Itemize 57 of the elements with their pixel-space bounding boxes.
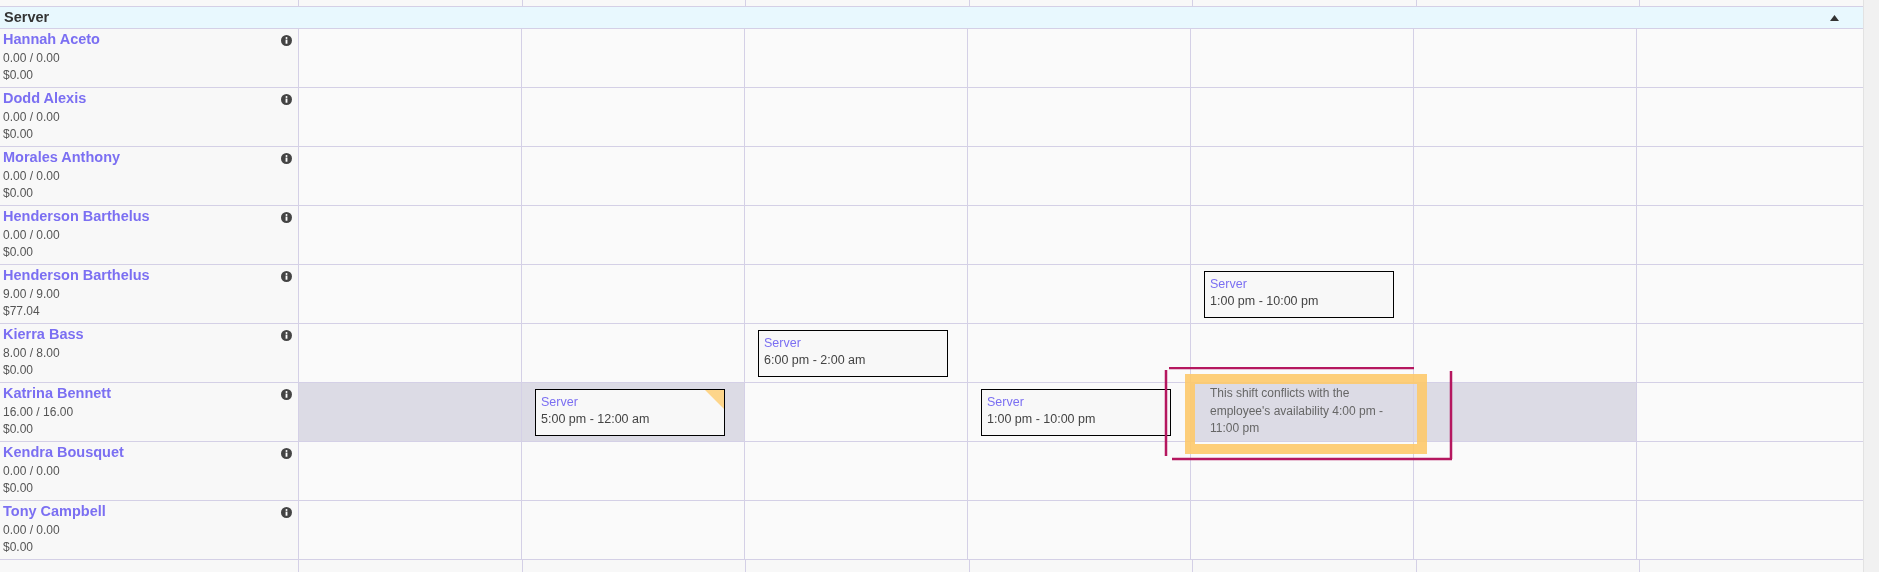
hours-text: 0.00 / 0.00 (3, 522, 60, 539)
employee-name[interactable]: Henderson Barthelus (3, 207, 150, 226)
shift-time: 1:00 pm - 10:00 pm (1210, 293, 1319, 310)
shift-role: Server (987, 394, 1024, 411)
shift-card[interactable]: Server 1:00 pm - 10:00 pm (1204, 271, 1394, 318)
cost-text: $77.04 (3, 303, 40, 320)
info-icon[interactable] (281, 389, 292, 400)
shift-card[interactable]: Server 5:00 pm - 12:00 am (535, 389, 725, 436)
info-icon[interactable] (281, 212, 292, 223)
hours-text: 9.00 / 9.00 (3, 286, 60, 303)
cost-text: $0.00 (3, 185, 34, 202)
day-cell[interactable] (1413, 383, 1636, 441)
hours-text: 0.00 / 0.00 (3, 463, 60, 480)
day-cell[interactable]: Server 5:00 pm - 12:00 am (521, 383, 744, 441)
cost-text: $0.00 (3, 362, 34, 379)
hours-text: 8.00 / 8.00 (3, 345, 60, 362)
info-icon[interactable] (281, 330, 292, 341)
info-icon[interactable] (281, 448, 292, 459)
hours-text: 0.00 / 0.00 (3, 50, 60, 67)
caret-up-icon[interactable] (1830, 14, 1839, 21)
shift-card[interactable]: Server 6:00 pm - 2:00 am (758, 330, 948, 377)
employee-name[interactable]: Katrina Bennett (3, 384, 111, 403)
info-icon[interactable] (281, 94, 292, 105)
cost-text: $0.00 (3, 421, 34, 438)
cost-text: $0.00 (3, 67, 34, 84)
info-icon[interactable] (281, 507, 292, 518)
info-icon[interactable] (281, 271, 292, 282)
shift-role: Server (1210, 276, 1247, 293)
hours-text: 0.00 / 0.00 (3, 109, 60, 126)
info-icon[interactable] (281, 35, 292, 46)
day-cell[interactable] (298, 383, 521, 441)
shift-card[interactable]: Server 1:00 pm - 10:00 pm (981, 389, 1171, 436)
employee-name[interactable]: Morales Anthony (3, 148, 121, 167)
employee-name[interactable]: Kendra Bousquet (3, 443, 124, 462)
cost-text: $0.00 (3, 244, 34, 261)
employee-name[interactable]: Henderson Barthelus (3, 266, 150, 285)
employee-name[interactable]: Dodd Alexis (3, 89, 87, 108)
info-icon[interactable] (281, 153, 292, 164)
conflict-tooltip: This shift conflicts with the employee's availability 4:00 pm - 11:00 pm (1185, 374, 1427, 454)
employee-name[interactable]: Kierra Bass (3, 325, 84, 344)
shift-role: Server (541, 394, 578, 411)
cost-text: $0.00 (3, 480, 34, 497)
employee-name[interactable]: Hannah Aceto (3, 30, 100, 49)
section-title: Server (4, 7, 50, 27)
hours-text: 0.00 / 0.00 (3, 227, 60, 244)
corner-flag-icon (705, 390, 724, 409)
employee-name[interactable]: Tony Campbell (3, 502, 106, 521)
cost-text: $0.00 (3, 539, 34, 556)
scrollbar[interactable] (1863, 0, 1879, 572)
shift-time: 5:00 pm - 12:00 am (541, 411, 650, 428)
shift-role: Server (764, 335, 801, 352)
shift-time: 6:00 pm - 2:00 am (764, 352, 866, 369)
shift-time: 1:00 pm - 10:00 pm (987, 411, 1096, 428)
cost-text: $0.00 (3, 126, 34, 143)
hours-text: 16.00 / 16.00 (3, 404, 74, 421)
section-header[interactable]: Server (0, 7, 1863, 29)
hours-text: 0.00 / 0.00 (3, 168, 60, 185)
